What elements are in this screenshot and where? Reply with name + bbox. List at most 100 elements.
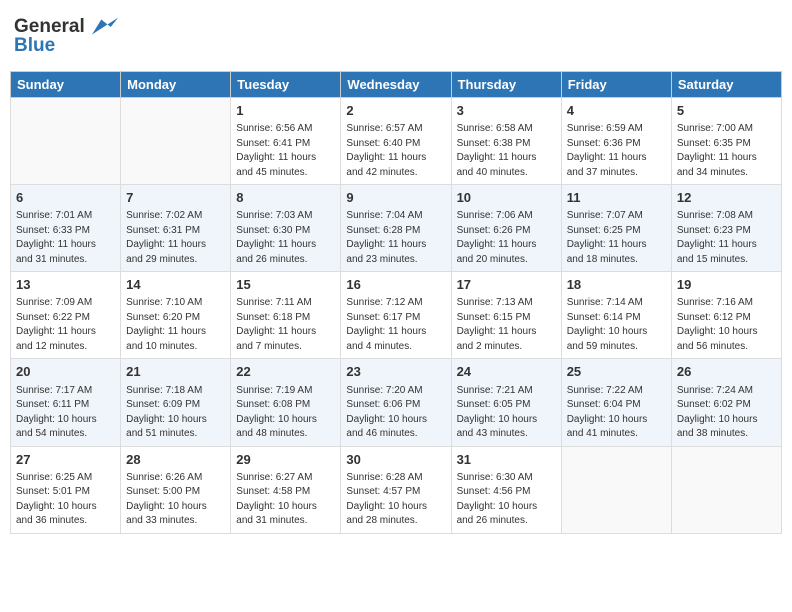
day-number: 20 xyxy=(16,363,115,381)
week-row-2: 6 Sunrise: 7:01 AM Sunset: 6:33 PM Daylig… xyxy=(11,185,782,272)
calendar-cell: 28Sunrise: 6:26 AM Sunset: 5:00 PM Dayli… xyxy=(121,446,231,533)
day-number: 5 xyxy=(677,102,776,120)
week-row-3: 13 Sunrise: 7:09 AM Sunset: 6:22 PM Dayli… xyxy=(11,272,782,359)
calendar-cell: 22 Sunrise: 7:19 AM Sunset: 6:08 PM Dayli… xyxy=(231,359,341,446)
day-number: 27 xyxy=(16,451,115,469)
calendar-cell xyxy=(11,97,121,184)
calendar-cell: 21Sunrise: 7:18 AM Sunset: 6:09 PM Dayli… xyxy=(121,359,231,446)
day-info: Sunrise: 7:19 AM Sunset: 6:08 PM Dayligh… xyxy=(236,384,335,442)
day-info: Sunrise: 7:07 AM Sunset: 6:25 PM Dayligh… xyxy=(567,209,666,267)
day-info: Sunrise: 7:03 AM Sunset: 6:30 PM Dayligh… xyxy=(236,209,335,267)
calendar-cell: 7 Sunrise: 7:02 AM Sunset: 6:31 PM Daylig… xyxy=(121,185,231,272)
day-number: 1 xyxy=(236,102,335,120)
calendar-cell: 20 Sunrise: 7:17 AM Sunset: 6:11 PM Dayli… xyxy=(11,359,121,446)
calendar-cell: 14 Sunrise: 7:10 AM Sunset: 6:20 PM Dayli… xyxy=(121,272,231,359)
week-row-5: 27 Sunrise: 6:25 AM Sunset: 5:01 PM Dayli… xyxy=(11,446,782,533)
day-info: Sunrise: 7:04 AM Sunset: 6:28 PM Dayligh… xyxy=(346,209,445,267)
day-number: 2 xyxy=(346,102,445,120)
calendar-cell: 5Sunrise: 7:00 AM Sunset: 6:35 PM Daylig… xyxy=(671,97,781,184)
day-info: Sunrise: 7:11 AM Sunset: 6:18 PM Dayligh… xyxy=(236,296,335,354)
day-number: 7 xyxy=(126,189,225,207)
day-info: Sunrise: 6:30 AM Sunset: 4:56 PM Dayligh… xyxy=(457,471,556,529)
logo: General Blue xyxy=(14,16,120,57)
weekday-tuesday: Tuesday xyxy=(231,71,341,97)
day-number: 9 xyxy=(346,189,445,207)
day-info: Sunrise: 6:56 AM Sunset: 6:41 PM Dayligh… xyxy=(236,122,335,180)
calendar-cell: 24Sunrise: 7:21 AM Sunset: 6:05 PM Dayli… xyxy=(451,359,561,446)
weekday-thursday: Thursday xyxy=(451,71,561,97)
day-number: 22 xyxy=(236,363,335,381)
day-info: Sunrise: 7:02 AM Sunset: 6:31 PM Dayligh… xyxy=(126,209,225,267)
calendar-cell: 30 Sunrise: 6:28 AM Sunset: 4:57 PM Dayli… xyxy=(341,446,451,533)
calendar-cell: 23 Sunrise: 7:20 AM Sunset: 6:06 PM Dayli… xyxy=(341,359,451,446)
calendar-cell: 8 Sunrise: 7:03 AM Sunset: 6:30 PM Daylig… xyxy=(231,185,341,272)
day-info: Sunrise: 7:17 AM Sunset: 6:11 PM Dayligh… xyxy=(16,384,115,442)
day-number: 8 xyxy=(236,189,335,207)
day-info: Sunrise: 6:27 AM Sunset: 4:58 PM Dayligh… xyxy=(236,471,335,529)
week-row-4: 20 Sunrise: 7:17 AM Sunset: 6:11 PM Dayli… xyxy=(11,359,782,446)
day-number: 4 xyxy=(567,102,666,120)
day-info: Sunrise: 7:12 AM Sunset: 6:17 PM Dayligh… xyxy=(346,296,445,354)
calendar-cell: 11 Sunrise: 7:07 AM Sunset: 6:25 PM Dayli… xyxy=(561,185,671,272)
day-number: 31 xyxy=(457,451,556,469)
day-info: Sunrise: 7:18 AM Sunset: 6:09 PM Dayligh… xyxy=(126,384,225,442)
calendar-cell: 19 Sunrise: 7:16 AM Sunset: 6:12 PM Dayli… xyxy=(671,272,781,359)
calendar-cell: 3 Sunrise: 6:58 AM Sunset: 6:38 PM Daylig… xyxy=(451,97,561,184)
day-number: 30 xyxy=(346,451,445,469)
calendar-cell: 2 Sunrise: 6:57 AM Sunset: 6:40 PM Daylig… xyxy=(341,97,451,184)
day-info: Sunrise: 7:22 AM Sunset: 6:04 PM Dayligh… xyxy=(567,384,666,442)
day-info: Sunrise: 6:57 AM Sunset: 6:40 PM Dayligh… xyxy=(346,122,445,180)
day-info: Sunrise: 7:06 AM Sunset: 6:26 PM Dayligh… xyxy=(457,209,556,267)
day-number: 26 xyxy=(677,363,776,381)
weekday-saturday: Saturday xyxy=(671,71,781,97)
weekday-wednesday: Wednesday xyxy=(341,71,451,97)
day-number: 17 xyxy=(457,276,556,294)
day-info: Sunrise: 7:09 AM Sunset: 6:22 PM Dayligh… xyxy=(16,296,115,354)
calendar-cell: 9 Sunrise: 7:04 AM Sunset: 6:28 PM Daylig… xyxy=(341,185,451,272)
calendar-cell: 18 Sunrise: 7:14 AM Sunset: 6:14 PM Dayli… xyxy=(561,272,671,359)
day-info: Sunrise: 7:01 AM Sunset: 6:33 PM Dayligh… xyxy=(16,209,115,267)
day-number: 23 xyxy=(346,363,445,381)
day-number: 29 xyxy=(236,451,335,469)
calendar-table: SundayMondayTuesdayWednesdayThursdayFrid… xyxy=(10,71,782,534)
day-info: Sunrise: 6:58 AM Sunset: 6:38 PM Dayligh… xyxy=(457,122,556,180)
day-info: Sunrise: 7:08 AM Sunset: 6:23 PM Dayligh… xyxy=(677,209,776,267)
calendar-cell: 1 Sunrise: 6:56 AM Sunset: 6:41 PM Daylig… xyxy=(231,97,341,184)
weekday-monday: Monday xyxy=(121,71,231,97)
day-number: 15 xyxy=(236,276,335,294)
day-number: 6 xyxy=(16,189,115,207)
calendar-cell: 10 Sunrise: 7:06 AM Sunset: 6:26 PM Dayli… xyxy=(451,185,561,272)
day-info: Sunrise: 7:14 AM Sunset: 6:14 PM Dayligh… xyxy=(567,296,666,354)
day-info: Sunrise: 7:24 AM Sunset: 6:02 PM Dayligh… xyxy=(677,384,776,442)
day-info: Sunrise: 6:59 AM Sunset: 6:36 PM Dayligh… xyxy=(567,122,666,180)
day-number: 14 xyxy=(126,276,225,294)
header: General Blue xyxy=(10,10,782,63)
day-number: 18 xyxy=(567,276,666,294)
day-number: 19 xyxy=(677,276,776,294)
calendar-cell xyxy=(561,446,671,533)
day-info: Sunrise: 7:16 AM Sunset: 6:12 PM Dayligh… xyxy=(677,296,776,354)
weekday-header-row: SundayMondayTuesdayWednesdayThursdayFrid… xyxy=(11,71,782,97)
day-number: 11 xyxy=(567,189,666,207)
week-row-1: 1 Sunrise: 6:56 AM Sunset: 6:41 PM Daylig… xyxy=(11,97,782,184)
calendar-cell: 31 Sunrise: 6:30 AM Sunset: 4:56 PM Dayli… xyxy=(451,446,561,533)
day-info: Sunrise: 7:10 AM Sunset: 6:20 PM Dayligh… xyxy=(126,296,225,354)
weekday-sunday: Sunday xyxy=(11,71,121,97)
day-info: Sunrise: 7:20 AM Sunset: 6:06 PM Dayligh… xyxy=(346,384,445,442)
logo-blue: Blue xyxy=(14,36,120,57)
day-number: 3 xyxy=(457,102,556,120)
calendar-cell: 15 Sunrise: 7:11 AM Sunset: 6:18 PM Dayli… xyxy=(231,272,341,359)
day-number: 24 xyxy=(457,363,556,381)
day-number: 10 xyxy=(457,189,556,207)
calendar-cell: 6 Sunrise: 7:01 AM Sunset: 6:33 PM Daylig… xyxy=(11,185,121,272)
day-number: 28 xyxy=(126,451,225,469)
calendar-cell xyxy=(121,97,231,184)
calendar-cell: 26 Sunrise: 7:24 AM Sunset: 6:02 PM Dayli… xyxy=(671,359,781,446)
calendar-cell: 17 Sunrise: 7:13 AM Sunset: 6:15 PM Dayli… xyxy=(451,272,561,359)
calendar-cell: 13 Sunrise: 7:09 AM Sunset: 6:22 PM Dayli… xyxy=(11,272,121,359)
day-info: Sunrise: 6:25 AM Sunset: 5:01 PM Dayligh… xyxy=(16,471,115,529)
day-number: 25 xyxy=(567,363,666,381)
day-info: Sunrise: 7:13 AM Sunset: 6:15 PM Dayligh… xyxy=(457,296,556,354)
day-info: Sunrise: 6:28 AM Sunset: 4:57 PM Dayligh… xyxy=(346,471,445,529)
day-number: 13 xyxy=(16,276,115,294)
